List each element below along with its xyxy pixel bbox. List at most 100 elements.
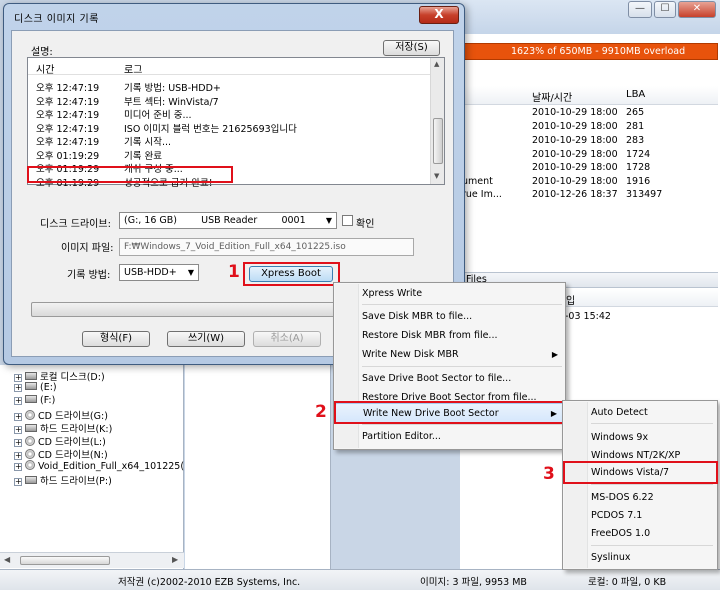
log-vertical-scrollbar[interactable]: ▲ ▼ [430, 58, 444, 184]
image-file-label: 이미지 파일: [61, 243, 114, 254]
file-row[interactable]: rue Im... 2010-12-26 18:37 313497 [462, 189, 718, 203]
tree-item[interactable]: + (E:) [14, 382, 57, 395]
drive-select[interactable]: (G:, 16 GB) USB Reader 0001 ▼ [119, 212, 337, 229]
submenu-item[interactable]: MS-DOS 6.22 [564, 488, 716, 507]
expand-icon[interactable]: + [14, 413, 22, 421]
log-row[interactable]: 오후 12:47:19 기록 방법: USB-HDD+ [28, 80, 432, 94]
expand-icon[interactable]: + [14, 374, 22, 382]
submenu-item[interactable]: PCDOS 7.1 [564, 506, 716, 525]
status-image: 이미지: 3 파일, 9953 MB [420, 577, 527, 588]
scroll-left-icon[interactable]: ◀ [4, 555, 10, 564]
log-message: 미디어 준비 중... [124, 110, 192, 121]
log-col-log[interactable]: 로그 [124, 61, 142, 76]
drive-label: 디스크 드라이브: [40, 219, 111, 230]
format-button[interactable]: 형식(F) [82, 331, 150, 347]
cancel-button[interactable]: 취소(A) [253, 331, 321, 347]
verify-checkbox[interactable] [342, 215, 353, 226]
chevron-down-icon: ▼ [325, 216, 332, 225]
submenu-item-label: PCDOS 7.1 [591, 510, 643, 521]
menu-item[interactable]: Xpress Write [335, 284, 564, 303]
verify-label: 확인 [356, 219, 375, 230]
menu-item[interactable]: Write New Disk MBR ▶ [335, 345, 564, 364]
tree-item[interactable]: + 하드 드라이브(P:) [14, 473, 112, 487]
submenu-item[interactable]: Windows 9x [564, 428, 716, 447]
tree-item[interactable]: + CD 드라이브(L:) [14, 434, 106, 448]
submenu-gutter [564, 402, 588, 568]
drive-value: (G:, 16 GB) USB Reader 0001 [124, 215, 306, 226]
highlight-success-row [27, 166, 233, 183]
status-local: 로컬: 0 파일, 0 KB [588, 577, 667, 588]
expand-icon[interactable]: + [14, 452, 22, 460]
file-row[interactable]: 2010-10-29 18:00 281 [462, 121, 718, 135]
file-row[interactable]: 2010-10-29 18:00 265 [462, 107, 718, 121]
tree-horizontal-scrollbar[interactable]: ◀ ▶ [0, 552, 184, 568]
log-row[interactable]: 오후 12:47:19 ISO 이미지 블럭 번호는 21625693입니다 [28, 121, 432, 135]
expand-icon[interactable]: + [14, 397, 22, 405]
expand-icon[interactable]: + [14, 384, 22, 392]
col-lba-header[interactable]: LBA [626, 89, 645, 100]
local-col-header[interactable]: 입 [566, 292, 575, 307]
file-row[interactable]: 2010-10-29 18:00 1728 [462, 162, 718, 176]
log-row[interactable]: 오후 12:47:19 부트 섹터: WinVista/7 [28, 94, 432, 108]
submenu-item[interactable]: Auto Detect [564, 403, 716, 422]
log-scroll-thumb[interactable] [433, 118, 443, 164]
file-date: 2010-10-29 18:00 [532, 162, 618, 173]
minimize-button[interactable]: — [628, 1, 652, 18]
maximize-button[interactable]: ☐ [654, 1, 676, 18]
tree-item-label: (F:) [40, 395, 56, 406]
log-header: 시간 로그 [28, 58, 432, 76]
scroll-thumb[interactable] [20, 556, 110, 565]
write-button[interactable]: 쓰기(W) [167, 331, 245, 347]
tree-item-label: Void_Edition_Full_x64_101225( [38, 461, 185, 472]
tree-item[interactable]: + 로컬 디스크(D:) [14, 369, 105, 383]
app-close-button[interactable]: ✕ [678, 1, 716, 18]
menu-separator [362, 366, 562, 367]
save-log-button[interactable]: 저장(S) [383, 40, 440, 56]
menu-item[interactable]: Restore Disk MBR from file... [335, 326, 564, 345]
log-time: 오후 12:47:19 [36, 83, 100, 94]
scroll-down-icon[interactable]: ▼ [434, 172, 439, 180]
log-row[interactable]: 오후 01:19:29 기록 완료 [28, 148, 432, 162]
file-date: 2010-12-26 18:37 [532, 189, 618, 200]
scroll-right-icon[interactable]: ▶ [172, 555, 178, 564]
step-3-marker: 3 [543, 464, 555, 484]
dialog-close-button[interactable]: X [419, 6, 459, 24]
log-row[interactable]: 오후 12:47:19 기록 시작... [28, 134, 432, 148]
tree-item[interactable]: + CD 드라이브(G:) [14, 408, 108, 422]
file-row[interactable]: 2010-10-29 18:00 1724 [462, 149, 718, 163]
file-list-header: 날짜/시간 LBA [462, 86, 718, 105]
drive-icon [25, 476, 37, 484]
submenu-item-label: Windows 9x [591, 432, 649, 443]
image-file-field[interactable]: F:₩Windows_7_Void_Edition_Full_x64_10122… [119, 238, 414, 256]
tree-item[interactable]: + CD 드라이브(N:) [14, 447, 108, 461]
file-row[interactable]: ument 2010-10-29 18:00 1916 [462, 176, 718, 190]
submenu-item[interactable]: Syslinux [564, 548, 716, 567]
submenu-item[interactable]: FreeDOS 1.0 [564, 524, 716, 543]
menu-item[interactable]: Save Drive Boot Sector to file... [335, 369, 564, 388]
boot-sector-submenu: Auto Detect Windows 9x Windows NT/2K/XP Win… [562, 400, 718, 570]
log-message: 기록 완료 [124, 151, 162, 162]
method-label: 기록 방법: [67, 270, 111, 281]
menu-item[interactable]: Partition Editor... [335, 427, 564, 446]
submenu-item-label: Auto Detect [591, 407, 648, 418]
log-col-time[interactable]: 시간 [36, 61, 54, 76]
file-date: 2010-10-29 18:00 [532, 135, 618, 146]
log-row[interactable]: 오후 12:47:19 미디어 준비 중... [28, 107, 432, 121]
xpress-boot-button[interactable]: Xpress Boot [249, 266, 333, 282]
col-date-header[interactable]: 날짜/시간 [532, 89, 572, 104]
expand-icon[interactable]: + [14, 426, 22, 434]
log-label: 설명: [31, 47, 53, 58]
expand-icon[interactable]: + [14, 463, 22, 471]
expand-icon[interactable]: + [14, 478, 22, 486]
file-row[interactable]: 2010-10-29 18:00 283 [462, 135, 718, 149]
menu-item[interactable]: Save Disk MBR to file... [335, 307, 564, 326]
method-select[interactable]: USB-HDD+ ▼ [119, 264, 199, 281]
cd-drive-icon [25, 436, 35, 446]
scroll-up-icon[interactable]: ▲ [434, 60, 439, 68]
file-lba: 313497 [626, 189, 663, 200]
tree-item[interactable]: + Void_Edition_Full_x64_101225( [14, 460, 184, 473]
tree-item[interactable]: + (F:) [14, 395, 55, 408]
log-message: ISO 이미지 블럭 번호는 21625693입니다 [124, 124, 297, 135]
expand-icon[interactable]: + [14, 439, 22, 447]
tree-item[interactable]: + 하드 드라이브(K:) [14, 421, 112, 435]
